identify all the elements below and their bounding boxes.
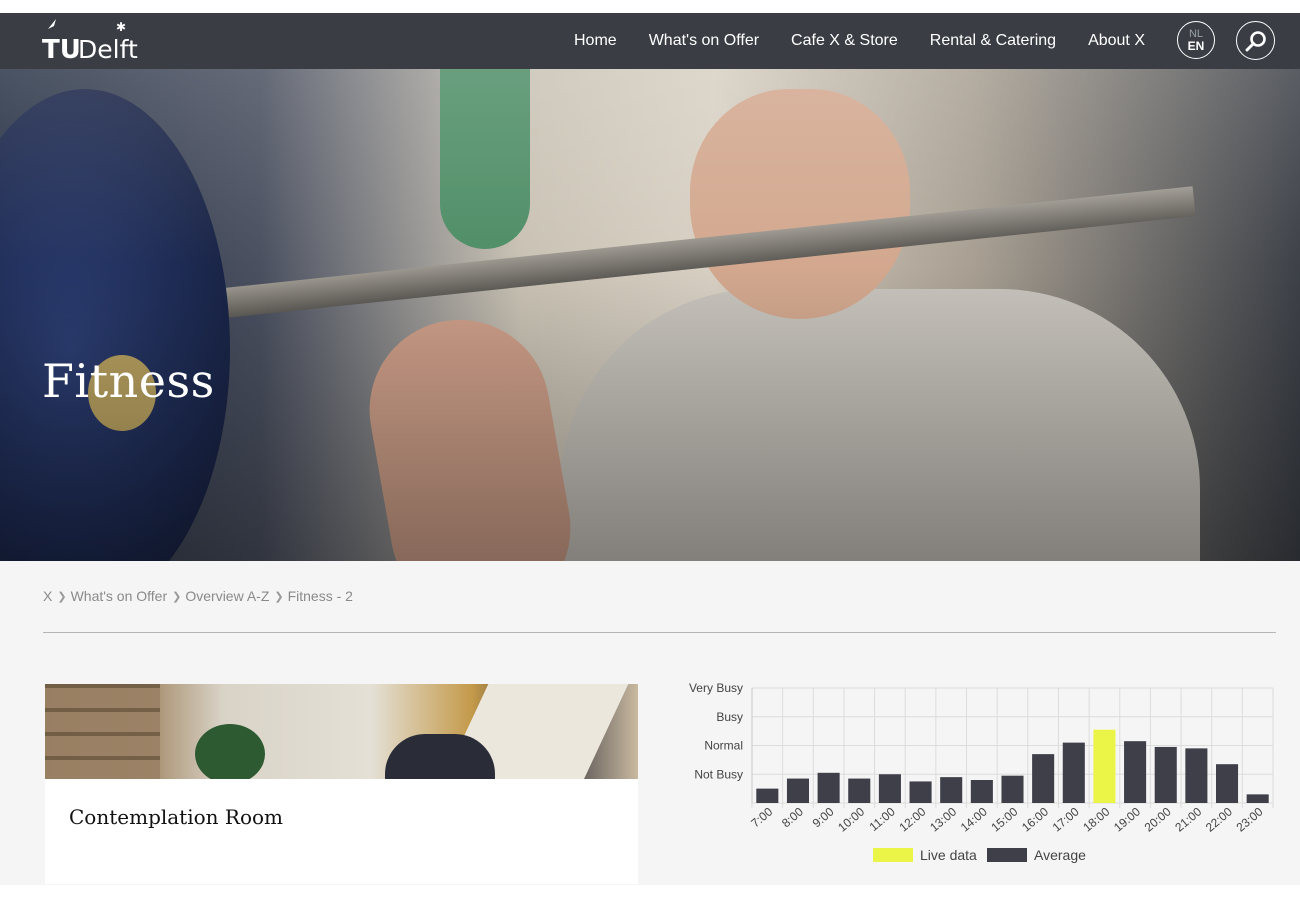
- bar-average: [970, 780, 993, 803]
- busyness-chart-svg: Very BusyBusyNormalNot Busy7:00 8:00 9:001…: [689, 681, 1274, 863]
- x-tick-label: 15:00: [988, 804, 1020, 834]
- bar-average: [909, 781, 932, 803]
- bar-average: [817, 772, 840, 803]
- bar-average: [1124, 741, 1147, 803]
- x-tick-label: 10:00: [835, 804, 867, 834]
- bar-average: [1154, 746, 1177, 803]
- legend-swatch: [873, 848, 913, 862]
- bar-average: [1246, 794, 1269, 803]
- svg-text:Delft: Delft: [78, 35, 138, 64]
- x-tick-label: 7:00: [748, 804, 775, 830]
- nav-rental-catering[interactable]: Rental & Catering: [930, 32, 1056, 50]
- x-tick-label: 19:00: [1111, 804, 1143, 834]
- breadcrumb-item-x[interactable]: X: [43, 588, 52, 604]
- legend-swatch: [987, 848, 1027, 862]
- breadcrumb-item-overview[interactable]: Overview A-Z: [185, 588, 269, 604]
- bar-average: [1032, 754, 1055, 803]
- search-button[interactable]: [1236, 21, 1275, 60]
- card-image-detail: [195, 724, 265, 779]
- breadcrumb-item-current: Fitness - 2: [287, 588, 353, 604]
- bar-live: [1093, 729, 1116, 803]
- chevron-right-icon: ❯: [274, 590, 284, 603]
- bar-average: [940, 777, 963, 803]
- top-strip: [0, 0, 1300, 13]
- card-image-detail: [45, 684, 160, 779]
- x-tick-label: 20:00: [1142, 804, 1174, 834]
- page-title: Fitness: [42, 354, 215, 408]
- card-title: Contemplation Room: [69, 805, 284, 829]
- search-icon: [1245, 31, 1266, 52]
- x-tick-label: 11:00: [867, 804, 899, 834]
- language-switch[interactable]: NL EN: [1177, 21, 1215, 59]
- card-image: [45, 684, 638, 779]
- x-tick-label: 12:00: [896, 804, 928, 834]
- bar-average: [878, 774, 901, 803]
- nav-whats-on-offer[interactable]: What's on Offer: [649, 32, 759, 50]
- y-tick-label: Very Busy: [689, 681, 743, 695]
- bar-average: [1185, 748, 1208, 803]
- bar-average: [786, 778, 810, 803]
- tu-delft-logo[interactable]: TU Delft ✱: [42, 17, 152, 65]
- nav-cafe-store[interactable]: Cafe X & Store: [791, 32, 898, 50]
- x-tick-label: 8:00: [779, 804, 806, 830]
- x-tick-label: 23:00: [1234, 804, 1266, 834]
- x-tick-label: 13:00: [927, 804, 959, 834]
- hero-banner: Fitness: [0, 69, 1300, 561]
- svg-text:✱: ✱: [116, 20, 126, 34]
- breadcrumb: X ❯ What's on Offer ❯ Overview A-Z ❯ Fit…: [43, 588, 353, 604]
- chevron-right-icon: ❯: [172, 590, 182, 603]
- legend-label: Average: [1034, 847, 1086, 863]
- x-tick-label: 22:00: [1203, 804, 1235, 834]
- x-tick-label: 16:00: [1019, 804, 1051, 834]
- y-tick-label: Busy: [716, 710, 743, 724]
- y-tick-label: Normal: [704, 739, 743, 753]
- divider: [43, 632, 1276, 633]
- bar-average: [1215, 764, 1239, 803]
- nav-about[interactable]: About X: [1088, 32, 1145, 50]
- card-image-detail: [385, 734, 495, 779]
- bar-average: [1001, 775, 1024, 803]
- nav-home[interactable]: Home: [574, 32, 617, 50]
- bar-average: [1062, 742, 1085, 803]
- x-tick-label: 17:00: [1050, 804, 1082, 834]
- lang-en: EN: [1187, 39, 1205, 53]
- busyness-chart: Very Busy Busy Normal Not Busy 7:00 8:00 9:00 1…: [660, 676, 1290, 886]
- legend-label: Live data: [920, 847, 977, 863]
- bar-average: [756, 788, 779, 803]
- breadcrumb-item-whats-on-offer[interactable]: What's on Offer: [71, 588, 168, 604]
- main-content: X ❯ What's on Offer ❯ Overview A-Z ❯ Fit…: [0, 561, 1300, 885]
- x-tick-label: 21:00: [1172, 804, 1204, 834]
- svg-text:TU: TU: [42, 35, 81, 65]
- bar-average: [848, 778, 871, 803]
- main-nav: Home What's on Offer Cafe X & Store Rent…: [542, 13, 1145, 69]
- x-tick-label: 9:00: [810, 804, 837, 830]
- hero-overlay: [0, 69, 1300, 561]
- chevron-right-icon: ❯: [57, 590, 67, 603]
- x-tick-label: 14:00: [958, 804, 990, 834]
- contemplation-room-card[interactable]: Contemplation Room: [45, 684, 638, 884]
- x-tick-label: 18:00: [1080, 804, 1112, 834]
- y-tick-label: Not Busy: [694, 767, 743, 781]
- navbar: TU Delft ✱ Home What's on Offer Cafe X &…: [0, 13, 1300, 69]
